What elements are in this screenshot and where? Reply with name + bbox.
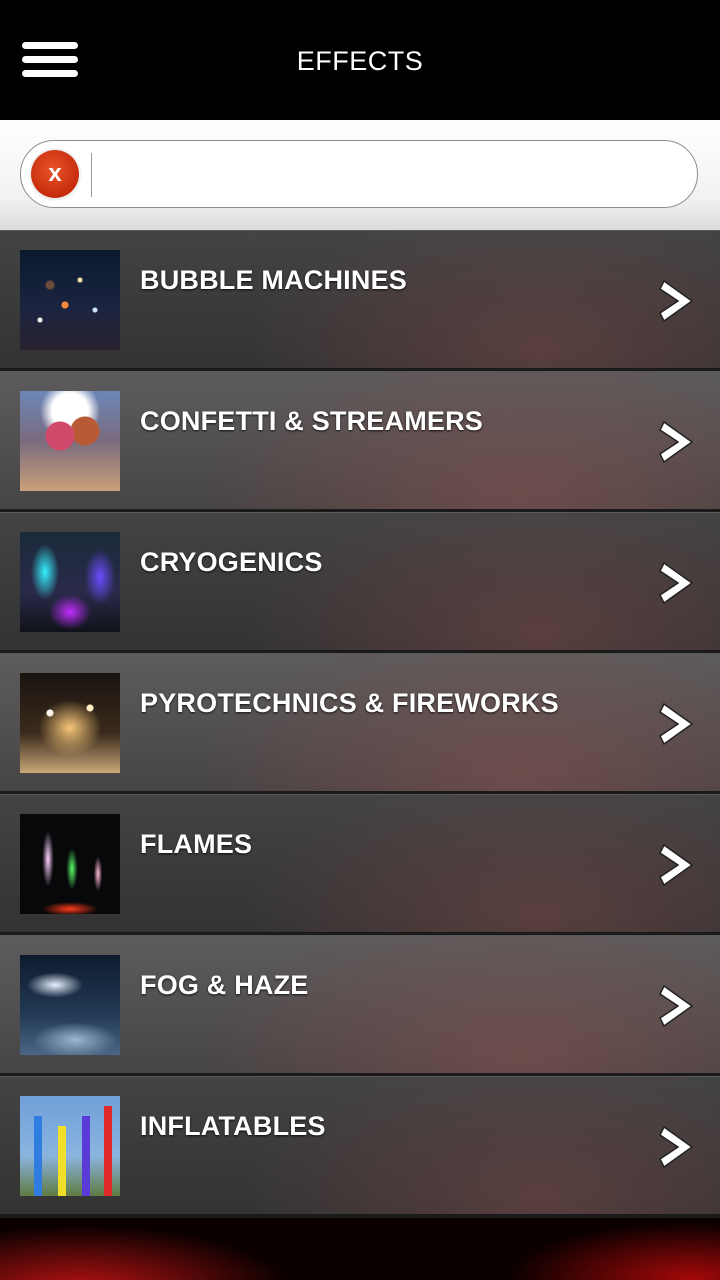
list-item-inflatables[interactable]: INFLATABLES	[0, 1076, 720, 1215]
effects-list: BUBBLE MACHINES CONFETTI & STREAMERS CRY…	[0, 230, 720, 1218]
inflatable-figure	[34, 1116, 42, 1196]
list-item-label: INFLATABLES	[140, 1111, 326, 1141]
list-item-bubble-machines[interactable]: BUBBLE MACHINES	[0, 230, 720, 369]
list-item-label: FLAMES	[140, 829, 253, 859]
search-input[interactable]	[101, 147, 675, 203]
chevron-right-icon	[659, 420, 694, 464]
clear-search-button[interactable]: x	[31, 150, 79, 198]
list-item-cryogenics[interactable]: CRYOGENICS	[0, 512, 720, 651]
text-cursor	[91, 153, 92, 197]
list-item-label: FOG & HAZE	[140, 970, 309, 1000]
list-item-label: BUBBLE MACHINES	[140, 265, 408, 295]
list-item-label: CRYOGENICS	[140, 547, 323, 577]
list-item-pyrotechnics-fireworks[interactable]: PYROTECHNICS & FIREWORKS	[0, 653, 720, 792]
cryogenics-thumbnail	[20, 532, 120, 632]
pyrotechnics-fireworks-thumbnail	[20, 673, 120, 773]
inflatable-figure	[82, 1116, 90, 1196]
search-bar: x	[0, 120, 720, 230]
list-item-label: PYROTECHNICS & FIREWORKS	[140, 688, 559, 718]
flames-thumbnail	[20, 814, 120, 914]
chevron-right-icon	[659, 1125, 694, 1169]
inflatable-figure	[104, 1106, 112, 1196]
confetti-streamers-thumbnail	[20, 391, 120, 491]
chevron-right-icon	[659, 843, 694, 887]
chevron-right-icon	[659, 702, 694, 746]
search-field[interactable]: x	[20, 140, 698, 208]
top-bar: EFFECTS	[0, 0, 720, 120]
chevron-right-icon	[659, 561, 694, 605]
footer-decoration	[0, 1218, 720, 1280]
bubble-machines-thumbnail	[20, 250, 120, 350]
inflatable-figure	[58, 1126, 66, 1196]
list-item-confetti-streamers[interactable]: CONFETTI & STREAMERS	[0, 371, 720, 510]
chevron-right-icon	[659, 984, 694, 1028]
list-item-flames[interactable]: FLAMES	[0, 794, 720, 933]
chevron-right-icon	[659, 279, 694, 323]
fog-haze-thumbnail	[20, 955, 120, 1055]
page-title: EFFECTS	[296, 46, 424, 76]
list-item-fog-haze[interactable]: FOG & HAZE	[0, 935, 720, 1074]
list-item-label: CONFETTI & STREAMERS	[140, 406, 484, 436]
inflatables-thumbnail	[20, 1096, 120, 1196]
